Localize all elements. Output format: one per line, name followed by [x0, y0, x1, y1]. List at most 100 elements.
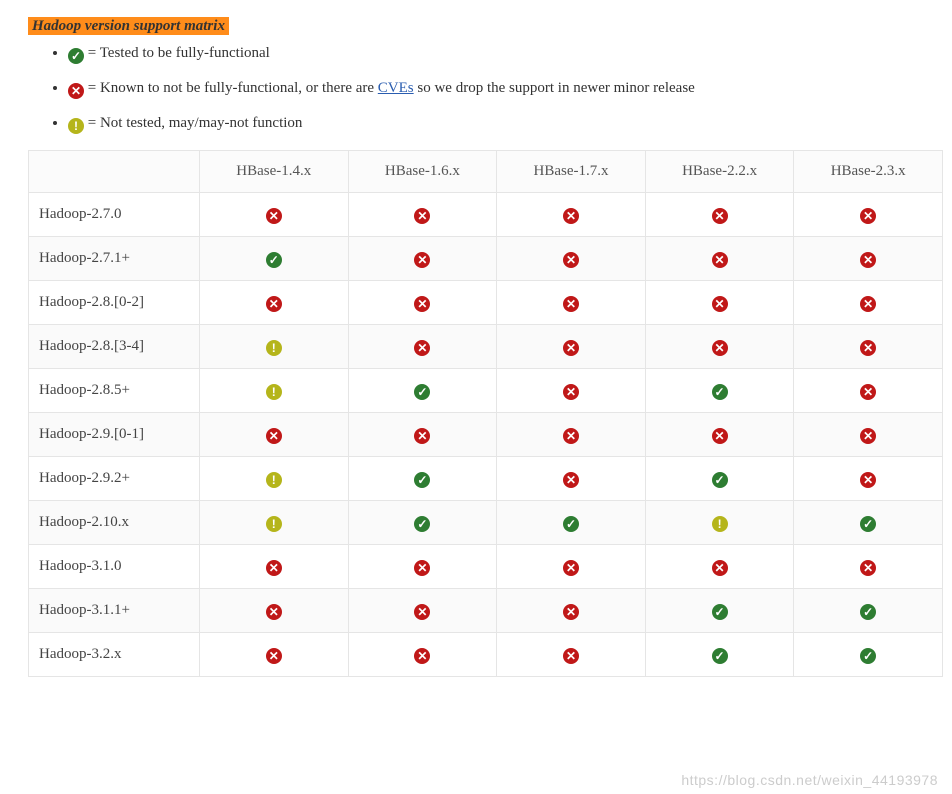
status-cell: ✓	[794, 633, 943, 677]
x-circle-icon: ✕	[860, 384, 876, 400]
status-cell: ✕	[200, 545, 349, 589]
status-cell: ✕	[645, 237, 794, 281]
status-cell: ✕	[645, 413, 794, 457]
column-header: HBase-2.3.x	[794, 151, 943, 193]
status-cell: ✓	[348, 501, 497, 545]
check-circle-icon: ✓	[712, 648, 728, 664]
x-circle-icon: ✕	[68, 83, 84, 99]
row-header: Hadoop-2.10.x	[29, 501, 200, 545]
status-cell: ✕	[497, 633, 646, 677]
x-circle-icon: ✕	[414, 604, 430, 620]
check-circle-icon: ✓	[860, 604, 876, 620]
status-cell: ✓	[794, 589, 943, 633]
status-cell: ✕	[497, 237, 646, 281]
exclamation-circle-icon: !	[712, 516, 728, 532]
status-cell: ✕	[794, 545, 943, 589]
x-circle-icon: ✕	[414, 428, 430, 444]
status-cell: ✓	[645, 457, 794, 501]
x-circle-icon: ✕	[712, 340, 728, 356]
x-circle-icon: ✕	[266, 208, 282, 224]
status-cell: ✕	[348, 237, 497, 281]
x-circle-icon: ✕	[860, 208, 876, 224]
status-cell: ✓	[200, 237, 349, 281]
status-cell: ✓	[497, 501, 646, 545]
status-cell: ✕	[497, 545, 646, 589]
x-circle-icon: ✕	[563, 340, 579, 356]
status-cell: ✓	[348, 369, 497, 413]
status-cell: ✓	[645, 633, 794, 677]
status-cell: ✕	[794, 369, 943, 413]
status-cell: !	[200, 325, 349, 369]
column-header: HBase-1.7.x	[497, 151, 646, 193]
exclamation-circle-icon: !	[266, 384, 282, 400]
column-header: HBase-2.2.x	[645, 151, 794, 193]
legend-list: ✓ = Tested to be fully-functional ✕ = Kn…	[28, 45, 952, 134]
status-cell: ✕	[645, 325, 794, 369]
x-circle-icon: ✕	[266, 604, 282, 620]
cve-link[interactable]: CVEs	[378, 80, 414, 96]
table-header-row: HBase-1.4.xHBase-1.6.xHBase-1.7.xHBase-2…	[29, 151, 943, 193]
check-circle-icon: ✓	[712, 604, 728, 620]
table-row: Hadoop-3.2.x✕✕✕✓✓	[29, 633, 943, 677]
x-circle-icon: ✕	[712, 560, 728, 576]
table-row: Hadoop-3.1.1+ ✕ ✕ ✕ ✓ ✓	[29, 589, 943, 633]
x-circle-icon: ✕	[860, 340, 876, 356]
x-circle-icon: ✕	[563, 296, 579, 312]
x-circle-icon: ✕	[414, 208, 430, 224]
status-cell: !	[645, 501, 794, 545]
row-header: Hadoop-3.1.1+	[29, 589, 200, 633]
x-circle-icon: ✕	[712, 428, 728, 444]
x-circle-icon: ✕	[563, 384, 579, 400]
row-header: Hadoop-2.7.0	[29, 193, 200, 237]
status-cell: !	[200, 501, 349, 545]
status-cell: ✓	[348, 457, 497, 501]
status-cell: ✓	[645, 369, 794, 413]
legend-text: = Not tested, may/may-not function	[88, 115, 303, 131]
x-circle-icon: ✕	[563, 604, 579, 620]
exclamation-circle-icon: !	[266, 340, 282, 356]
legend-text: = Known to not be fully-functional, or t…	[88, 80, 378, 96]
x-circle-icon: ✕	[266, 648, 282, 664]
exclamation-circle-icon: !	[266, 516, 282, 532]
x-circle-icon: ✕	[266, 560, 282, 576]
check-circle-icon: ✓	[563, 516, 579, 532]
watermark: https://blog.csdn.net/weixin_44193978	[681, 772, 938, 788]
x-circle-icon: ✕	[563, 560, 579, 576]
status-cell: ✕	[348, 193, 497, 237]
status-cell: ✕	[200, 589, 349, 633]
status-cell: ✕	[794, 325, 943, 369]
row-header: Hadoop-2.9.2+	[29, 457, 200, 501]
legend-item-bad: ✕ = Known to not be fully-functional, or…	[68, 80, 952, 99]
status-cell: !	[200, 369, 349, 413]
status-cell: ✕	[348, 281, 497, 325]
row-header: Hadoop-3.2.x	[29, 633, 200, 677]
legend-text: so we drop the support in newer minor re…	[414, 80, 695, 96]
status-cell: ✕	[645, 193, 794, 237]
status-cell: ✕	[348, 325, 497, 369]
table-row: Hadoop-2.7.1+✓✕✕✕✕	[29, 237, 943, 281]
status-cell: ✕	[794, 237, 943, 281]
x-circle-icon: ✕	[414, 296, 430, 312]
status-cell: ✓	[645, 589, 794, 633]
row-header: Hadoop-2.8.[3-4]	[29, 325, 200, 369]
x-circle-icon: ✕	[712, 296, 728, 312]
status-cell: ✕	[794, 413, 943, 457]
x-circle-icon: ✕	[860, 472, 876, 488]
status-cell: ✕	[794, 193, 943, 237]
check-circle-icon: ✓	[266, 252, 282, 268]
status-cell: ✕	[348, 589, 497, 633]
status-cell: ✕	[200, 413, 349, 457]
x-circle-icon: ✕	[860, 560, 876, 576]
status-cell: ✕	[200, 193, 349, 237]
x-circle-icon: ✕	[414, 252, 430, 268]
check-circle-icon: ✓	[712, 472, 728, 488]
table-row: Hadoop-2.10.x!✓✓!✓	[29, 501, 943, 545]
row-header: Hadoop-2.8.5+	[29, 369, 200, 413]
status-cell: ✕	[497, 369, 646, 413]
check-circle-icon: ✓	[860, 648, 876, 664]
status-cell: ✕	[497, 281, 646, 325]
table-header-empty	[29, 151, 200, 193]
x-circle-icon: ✕	[860, 428, 876, 444]
check-circle-icon: ✓	[414, 472, 430, 488]
x-circle-icon: ✕	[266, 296, 282, 312]
